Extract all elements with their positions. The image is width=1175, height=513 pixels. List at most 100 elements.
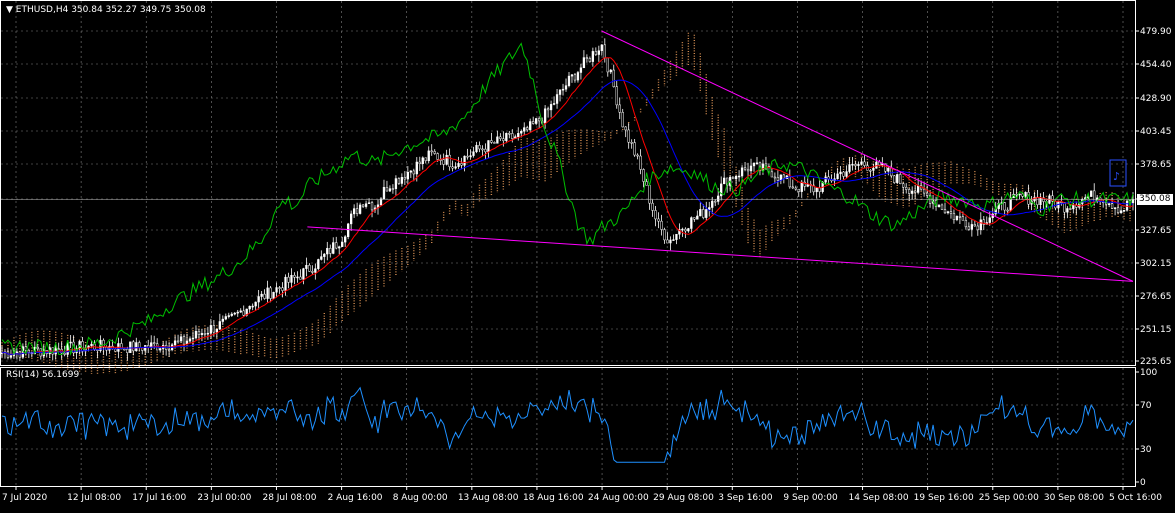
candle-body — [487, 140, 490, 153]
candle-body — [776, 177, 780, 181]
candle-body — [967, 226, 971, 230]
candle-body — [442, 159, 445, 165]
candle-body — [194, 331, 198, 339]
candle-body — [296, 276, 299, 279]
candle-body — [552, 103, 556, 105]
candle-body — [344, 236, 347, 243]
candle-body — [520, 131, 523, 134]
candle-body — [836, 173, 839, 180]
rsi-tick-label: 100 — [1140, 368, 1157, 378]
candle-body — [475, 145, 478, 153]
candle-body — [81, 341, 84, 352]
candle-body — [973, 224, 976, 227]
candle-body — [1072, 204, 1075, 210]
candle-body — [800, 181, 803, 192]
candle-body — [323, 253, 326, 257]
candle-body — [940, 204, 944, 210]
collapse-arrow-icon[interactable]: ▼ — [6, 5, 13, 15]
candle-body — [723, 177, 726, 185]
candle-body — [400, 177, 404, 184]
candle-body — [693, 217, 696, 220]
x-tick-label: 17 Jul 16:00 — [132, 493, 186, 503]
candle-body — [445, 154, 448, 165]
candle-body — [573, 74, 577, 81]
candle-body — [266, 287, 269, 299]
candle-body — [502, 138, 505, 141]
candle-body — [212, 325, 216, 333]
candle-body — [839, 171, 842, 175]
candle-body — [672, 239, 675, 241]
candle-body — [976, 225, 979, 231]
candle-body — [896, 174, 899, 183]
candle-body — [869, 170, 872, 172]
symbol-header: ▼ ETHUSD,H4 350.84 352.27 349.75 350.08 — [6, 5, 206, 15]
candle-body — [543, 108, 547, 124]
candle-body — [773, 176, 777, 179]
candle-body — [90, 343, 93, 347]
candle-body — [6, 351, 10, 358]
candle-body — [743, 167, 747, 170]
candle-body — [609, 69, 612, 73]
candle-body — [188, 338, 192, 342]
candle-body — [1110, 203, 1114, 209]
candle-body — [657, 218, 660, 222]
candle-body — [627, 129, 630, 143]
candle-body — [842, 171, 845, 177]
candle-body — [412, 170, 415, 175]
candle-body — [493, 142, 496, 144]
candle-body — [182, 336, 186, 345]
x-tick-label: 7 Jul 2020 — [2, 493, 47, 503]
x-tick-label: 28 Jul 08:00 — [262, 493, 316, 503]
trendline — [307, 226, 1134, 282]
y-tick-label: 378.65 — [1140, 160, 1172, 170]
time-axis[interactable]: 7 Jul 2020 12 Jul 08:00 17 Jul 16:00 23 Jul… — [2, 486, 1162, 503]
candle-body — [361, 204, 365, 207]
candle-body — [329, 247, 332, 254]
candle-body — [299, 276, 302, 280]
candle-body — [636, 154, 639, 157]
x-tick-label: 12 Jul 08:00 — [67, 493, 121, 503]
candle-body — [1116, 207, 1120, 213]
candle-body — [126, 348, 129, 353]
candle-body — [887, 167, 890, 172]
candle-body — [845, 171, 848, 177]
candle-body — [645, 181, 648, 186]
candle-body — [287, 276, 290, 283]
candle-body — [675, 233, 678, 240]
candle-body — [227, 315, 230, 317]
candle-body — [523, 127, 526, 132]
candle-body — [690, 217, 693, 229]
candle-body — [615, 86, 618, 106]
candle-body — [209, 325, 213, 334]
candle-body — [263, 293, 266, 299]
candle-body — [1003, 202, 1006, 211]
candle-body — [949, 211, 953, 214]
candle-body — [740, 167, 744, 177]
y-tick-label: 276.65 — [1140, 292, 1172, 302]
candle-body — [1113, 207, 1117, 209]
candle-body — [952, 213, 956, 220]
candle-body — [791, 186, 794, 189]
candle-body — [705, 209, 708, 218]
candle-body — [481, 148, 484, 151]
candle-body — [1122, 210, 1126, 212]
candle-body — [734, 176, 738, 180]
candle-body — [36, 346, 39, 349]
candle-body — [233, 312, 236, 315]
candle-body — [654, 210, 657, 220]
candle-body — [308, 264, 311, 272]
candle-body — [755, 162, 759, 165]
candle-body — [275, 287, 278, 293]
candle-body — [335, 242, 338, 249]
candle-body — [558, 89, 562, 95]
trendlines[interactable] — [1, 30, 1135, 282]
candle-body — [355, 208, 359, 214]
candle-body — [427, 150, 430, 162]
y-tick-label: 302.15 — [1140, 259, 1172, 269]
chart-canvas[interactable]: 479.90454.40428.90403.45378.65353.15327.… — [0, 0, 1175, 509]
candle-body — [916, 185, 920, 193]
candle-body — [490, 140, 493, 143]
candle-body — [597, 50, 600, 55]
chart-window[interactable]: 479.90454.40428.90403.45378.65353.15327.… — [0, 0, 1175, 509]
candle-body — [123, 348, 126, 351]
